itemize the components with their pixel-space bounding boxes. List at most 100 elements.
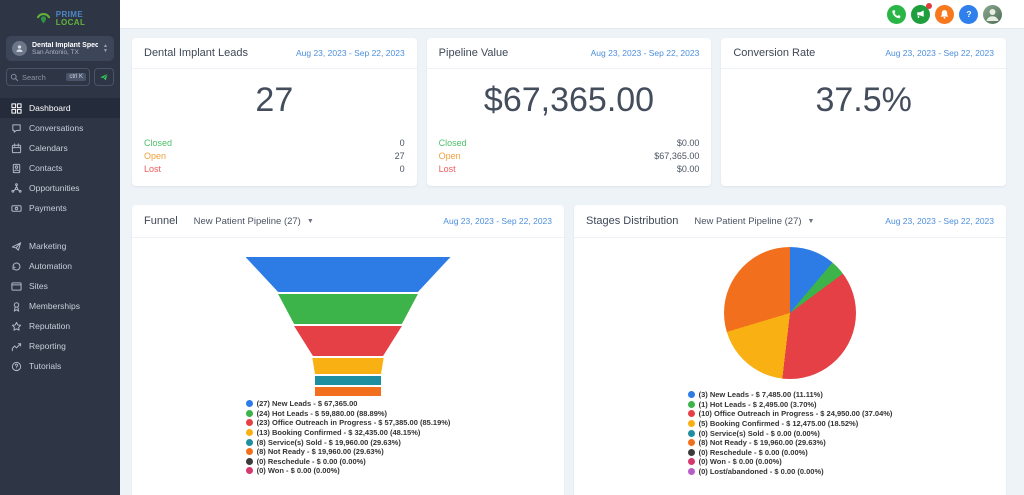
account-name: Dental Implant Speci... — [32, 41, 99, 49]
legend-item: (8) Not Ready - $ 19,960.00 (29.63%) — [245, 447, 451, 457]
sidebar-item-label: Payments — [29, 203, 67, 213]
search-input[interactable] — [22, 72, 64, 82]
quick-action-icon — [99, 72, 109, 82]
sidebar-item-reputation[interactable]: Reputation — [0, 316, 120, 336]
sidebar-item-label: Sites — [29, 281, 48, 291]
legend-label: (8) Not Ready - $ 19,960.00 (29.63%) — [698, 438, 826, 448]
sites-icon — [11, 281, 22, 292]
tutorials-icon — [11, 361, 22, 372]
stat-card-title: Dental Implant Leads — [144, 47, 248, 59]
quick-action-button[interactable] — [94, 68, 114, 86]
funnel-segment-booking-confirmed — [312, 358, 384, 374]
funnel-chart — [245, 257, 451, 396]
megaphone-icon[interactable] — [911, 2, 932, 24]
sidebar-item-automation[interactable]: Automation — [0, 256, 120, 276]
legend-item: (0) Won - $ 0.00 (0.00%) — [245, 466, 451, 476]
legend-label: (8) Service(s) Sold - $ 19,960.00 (29.63… — [256, 437, 401, 447]
legend-label: (24) Hot Leads - $ 59,880.00 (88.89%) — [256, 408, 388, 418]
legend-dot — [245, 467, 253, 475]
sidebar-item-payments[interactable]: Payments — [0, 198, 120, 218]
legend-dot — [245, 438, 253, 446]
stat-row-label: Closed — [438, 138, 467, 148]
sidebar-item-opportunities[interactable]: Opportunities — [0, 178, 120, 198]
stat-card-header: Conversion Rate Aug 23, 2023 - Sep 22, 20… — [721, 38, 1007, 69]
svg-text:?: ? — [966, 9, 971, 19]
sidebar-item-contacts[interactable]: Contacts — [0, 158, 120, 178]
stat-card-date-range[interactable]: Aug 23, 2023 - Sep 22, 2023 — [885, 48, 994, 58]
funnel-segment-hot-leads — [278, 294, 418, 324]
chevron-down-icon: ▼ — [306, 217, 314, 225]
stat-card-date-range[interactable]: Aug 23, 2023 - Sep 22, 2023 — [591, 48, 700, 58]
pie-chart — [724, 247, 856, 379]
sidebar-item-sites[interactable]: Sites — [0, 276, 120, 296]
sidebar-item-dashboard[interactable]: Dashboard — [0, 98, 120, 118]
stat-card-value: 37.5% — [815, 81, 912, 119]
stat-card-value: 27 — [255, 81, 294, 119]
chevron-up-down-icon: ▲ ▼ — [103, 42, 108, 54]
account-avatar — [12, 41, 27, 56]
legend-dot — [245, 429, 253, 437]
sidebar: PRIME LOCAL Dental Implant Speci... San … — [0, 0, 120, 495]
legend-label: (23) Office Outreach in Progress - $ 57,… — [256, 418, 451, 428]
legend-item: (23) Office Outreach in Progress - $ 57,… — [245, 418, 451, 428]
account-switcher[interactable]: Dental Implant Speci... San Antonio, TX … — [6, 36, 114, 61]
sidebar-nav-secondary: Marketing Automation Sites Memberships Reput… — [0, 236, 120, 376]
legend-item: (8) Service(s) Sold - $ 19,960.00 (29.63… — [245, 437, 451, 447]
funnel-segment-office-outreach-in-progress — [294, 326, 402, 356]
help-icon[interactable]: ? — [959, 4, 978, 24]
funnel-date-range[interactable]: Aug 23, 2023 - Sep 22, 2023 — [443, 216, 552, 226]
sidebar-item-reporting[interactable]: Reporting — [0, 336, 120, 356]
funnel-pipeline-selector-label: New Patient Pipeline (27) — [193, 215, 301, 227]
contacts-icon — [11, 163, 22, 174]
stat-row-value: 27 — [394, 151, 405, 161]
sidebar-item-label: Reputation — [29, 321, 71, 331]
legend-label: (5) Booking Confirmed - $ 12,475.00 (18.… — [698, 419, 859, 429]
calendars-icon — [11, 142, 22, 154]
stages-date-range[interactable]: Aug 23, 2023 - Sep 22, 2023 — [885, 216, 994, 226]
phone-icon[interactable] — [887, 4, 906, 24]
search-box[interactable]: ctrl K — [6, 68, 90, 86]
legend-dot — [245, 419, 253, 427]
stat-row-closed: Closed $0.00 — [439, 137, 700, 150]
sidebar-item-calendars[interactable]: Calendars — [0, 138, 120, 158]
stat-card-header: Dental Implant Leads Aug 23, 2023 - Sep 2… — [132, 38, 417, 69]
legend-label: (1) Hot Leads - $ 2,495.00 (3.70%) — [698, 399, 817, 409]
opportunities-icon — [11, 182, 22, 194]
legend-dot — [687, 400, 695, 408]
content-area: Dental Implant Leads Aug 23, 2023 - Sep 2… — [120, 29, 1024, 495]
legend-label: (0) Service(s) Sold - $ 0.00 (0.00%) — [698, 428, 820, 438]
legend-dot — [687, 420, 695, 428]
legend-item: (24) Hot Leads - $ 59,880.00 (88.89%) — [245, 408, 451, 419]
legend-item: (10) Office Outreach in Progress - $ 24,… — [687, 409, 892, 419]
legend-label: (27) New Leads - $ 67,365.00 — [256, 399, 358, 409]
bell-icon[interactable] — [935, 4, 954, 24]
stages-title: Stages Distribution — [586, 215, 679, 227]
legend-item: (1) Hot Leads - $ 2,495.00 (3.70%) — [687, 399, 893, 410]
sidebar-item-conversations[interactable]: Conversations — [0, 118, 120, 138]
stages-card-header: Stages Distribution New Patient Pipeline… — [574, 205, 1006, 238]
stat-card-date-range[interactable]: Aug 23, 2023 - Sep 22, 2023 — [296, 48, 405, 58]
stat-row-value: $0.00 — [676, 138, 700, 148]
funnel-pipeline-selector[interactable]: New Patient Pipeline (27) ▼ — [194, 216, 314, 227]
stat-row-label: Open — [144, 151, 167, 161]
legend-item: (13) Booking Confirmed - $ 32,435.00 (48… — [245, 428, 451, 438]
legend-dot — [687, 458, 695, 466]
sidebar-item-marketing[interactable]: Marketing — [0, 236, 120, 256]
stat-row-label: Open — [438, 151, 461, 161]
user-avatar[interactable] — [983, 4, 1002, 24]
brand-name: PRIME LOCAL — [56, 10, 86, 27]
sidebar-item-tutorials[interactable]: Tutorials — [0, 356, 120, 376]
stat-card-rows — [721, 176, 1006, 186]
funnel-segment-not-ready — [314, 387, 382, 396]
stat-row-lost: Lost $0.00 — [439, 163, 700, 176]
legend-dot — [245, 400, 253, 408]
legend-dot — [687, 429, 695, 437]
stages-pipeline-selector[interactable]: New Patient Pipeline (27) ▼ — [694, 216, 814, 227]
legend-dot — [687, 439, 695, 447]
stat-row-label: Lost — [438, 164, 456, 174]
memberships-icon — [11, 301, 22, 312]
sidebar-item-label: Marketing — [29, 241, 67, 251]
sidebar-item-memberships[interactable]: Memberships — [0, 296, 120, 316]
legend-label: (0) Lost/abandoned - $ 0.00 (0.00%) — [698, 467, 824, 477]
stat-row-lost: Lost 0 — [144, 163, 405, 176]
